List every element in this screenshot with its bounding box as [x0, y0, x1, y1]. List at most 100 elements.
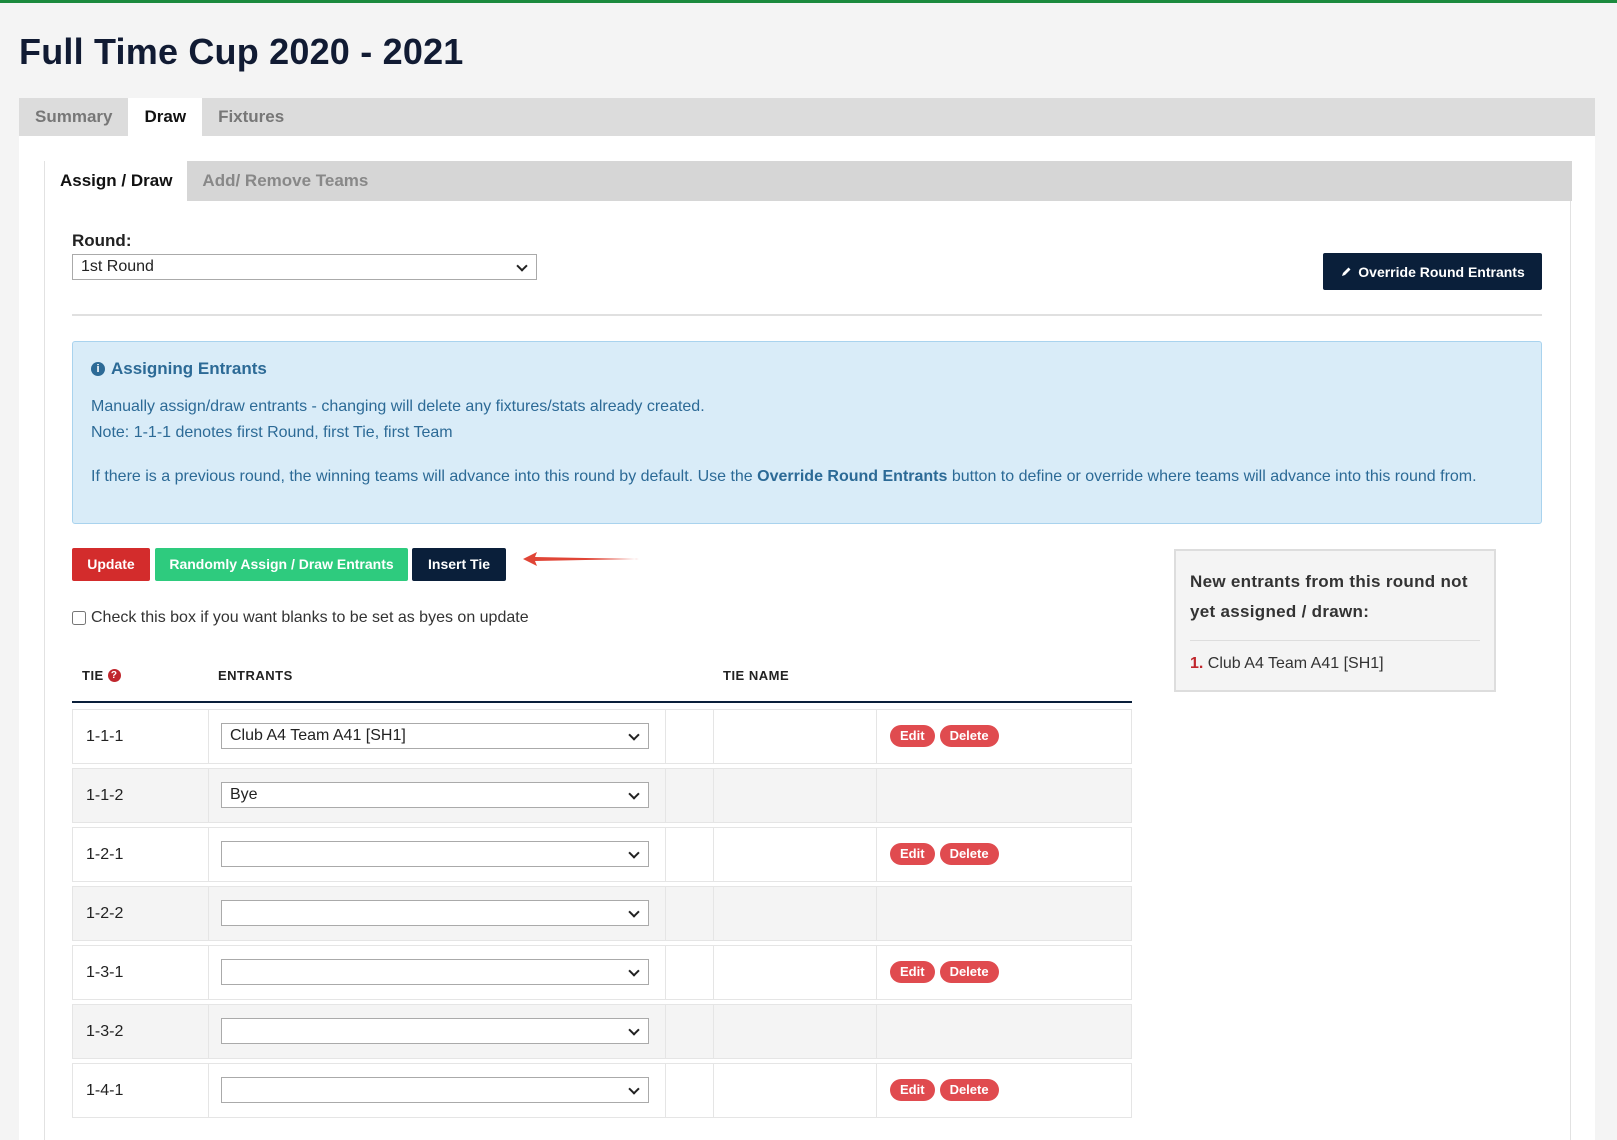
entrant-select-value: Club A4 Team A41 [SH1]	[230, 727, 406, 744]
tie-id: 1-3-2	[86, 1023, 124, 1040]
divider	[1190, 640, 1480, 641]
bye-checkbox[interactable]	[72, 611, 86, 625]
table-row: 1-2-2	[72, 886, 1132, 941]
chevron-down-icon	[628, 1024, 640, 1036]
column-divider	[665, 769, 666, 822]
edit-button[interactable]: Edit	[890, 961, 935, 983]
arrow-icon	[523, 552, 639, 566]
info-line-3: If there is a previous round, the winnin…	[91, 463, 1521, 490]
tab-draw[interactable]: Draw	[128, 98, 203, 136]
list-item-number: 1.	[1190, 655, 1204, 672]
entrant-select[interactable]	[221, 1077, 649, 1103]
round-select-value: 1st Round	[81, 258, 154, 275]
chevron-down-icon	[628, 847, 640, 859]
tie-id: 1-1-2	[86, 787, 124, 804]
delete-button[interactable]: Delete	[939, 961, 999, 983]
column-divider	[713, 887, 714, 940]
row-actions: Edit Delete	[890, 1079, 999, 1101]
column-divider	[713, 946, 714, 999]
column-divider	[665, 1005, 666, 1058]
table-row: 1-3-1 Edit Delete	[72, 945, 1132, 1000]
tab-assign-draw[interactable]: Assign / Draw	[45, 161, 188, 201]
column-divider	[208, 887, 209, 940]
update-button[interactable]: Update	[72, 548, 150, 581]
column-divider	[713, 769, 714, 822]
bye-checkbox-row[interactable]: Check this box if you want blanks to be …	[72, 609, 529, 627]
column-divider	[665, 828, 666, 881]
column-divider	[876, 887, 877, 940]
column-divider	[208, 1005, 209, 1058]
entrant-select[interactable]: Bye	[221, 782, 649, 808]
help-icon[interactable]: ?	[107, 669, 121, 682]
header-tie-name: TIE NAME	[723, 668, 790, 683]
info-icon: i	[91, 362, 105, 376]
tie-id: 1-2-2	[86, 905, 124, 922]
column-divider	[713, 1005, 714, 1058]
table-row: 1-1-1 Club A4 Team A41 [SH1] Edit Delete	[72, 709, 1132, 764]
header-entrants: ENTRANTS	[218, 668, 293, 683]
divider	[72, 314, 1542, 316]
column-divider	[665, 1064, 666, 1117]
chevron-down-icon	[628, 729, 640, 741]
column-divider	[876, 769, 877, 822]
entrant-select[interactable]	[221, 900, 649, 926]
assign-draw-panel: Assign / Draw Add/ Remove Teams Round: 1…	[44, 161, 1572, 1140]
tie-id: 1-4-1	[86, 1082, 124, 1099]
entrant-select[interactable]	[221, 1018, 649, 1044]
table-row: 1-4-1 Edit Delete	[72, 1063, 1132, 1118]
column-divider	[208, 710, 209, 763]
info-line-3-bold: Override Round Entrants	[757, 468, 948, 485]
entrant-select[interactable]	[221, 959, 649, 985]
entrant-select[interactable]: Club A4 Team A41 [SH1]	[221, 723, 649, 749]
column-divider	[876, 1064, 877, 1117]
info-alert: i Assigning Entrants Manually assign/dra…	[72, 341, 1542, 524]
tab-add-remove-teams[interactable]: Add/ Remove Teams	[187, 161, 383, 201]
column-divider	[208, 769, 209, 822]
page-title: Full Time Cup 2020 - 2021	[19, 31, 464, 72]
column-divider	[208, 1064, 209, 1117]
table-row: 1-3-2	[72, 1004, 1132, 1059]
column-divider	[713, 1064, 714, 1117]
column-divider	[208, 828, 209, 881]
entrant-select[interactable]	[221, 841, 649, 867]
override-round-entrants-button[interactable]: Override Round Entrants	[1323, 253, 1542, 290]
sub-tab-bar: Assign / Draw Add/ Remove Teams	[45, 161, 1572, 201]
column-divider	[876, 946, 877, 999]
column-divider	[713, 828, 714, 881]
pencil-icon	[1342, 267, 1351, 276]
column-divider	[876, 710, 877, 763]
info-line-2: Note: 1-1-1 denotes first Round, first T…	[91, 424, 453, 441]
column-divider	[208, 946, 209, 999]
tie-id: 1-2-1	[86, 846, 124, 863]
edit-button[interactable]: Edit	[890, 843, 935, 865]
table-row: 1-1-2 Bye	[72, 768, 1132, 823]
unassigned-entrants-title: New entrants from this round not yet ass…	[1190, 572, 1468, 621]
delete-button[interactable]: Delete	[939, 843, 999, 865]
entrant-select-value: Bye	[230, 786, 258, 803]
round-select[interactable]: 1st Round	[72, 254, 537, 280]
info-line-3-end: button to define or override where teams…	[947, 468, 1477, 485]
round-label: Round:	[72, 231, 132, 250]
draw-panel: Assign / Draw Add/ Remove Teams Round: 1…	[19, 136, 1595, 1140]
random-assign-button[interactable]: Randomly Assign / Draw Entrants	[155, 548, 408, 581]
chevron-down-icon	[628, 788, 640, 800]
tab-summary[interactable]: Summary	[19, 98, 128, 136]
delete-button[interactable]: Delete	[939, 725, 999, 747]
delete-button[interactable]: Delete	[939, 1079, 999, 1101]
edit-button[interactable]: Edit	[890, 725, 935, 747]
table-row: 1-2-1 Edit Delete	[72, 827, 1132, 882]
list-item-label: Club A4 Team A41 [SH1]	[1207, 655, 1384, 672]
column-divider	[876, 1005, 877, 1058]
insert-tie-button[interactable]: Insert Tie	[412, 548, 506, 581]
column-divider	[665, 946, 666, 999]
edit-button[interactable]: Edit	[890, 1079, 935, 1101]
row-actions: Edit Delete	[890, 725, 999, 747]
header-tie-label: TIE	[82, 668, 104, 683]
ties-table: 1-1-1 Club A4 Team A41 [SH1] Edit Delete…	[72, 709, 1132, 1122]
column-divider	[665, 710, 666, 763]
chevron-down-icon	[628, 906, 640, 918]
chevron-down-icon	[516, 260, 528, 272]
chevron-down-icon	[628, 965, 640, 977]
tab-fixtures[interactable]: Fixtures	[202, 98, 300, 136]
column-divider	[665, 887, 666, 940]
